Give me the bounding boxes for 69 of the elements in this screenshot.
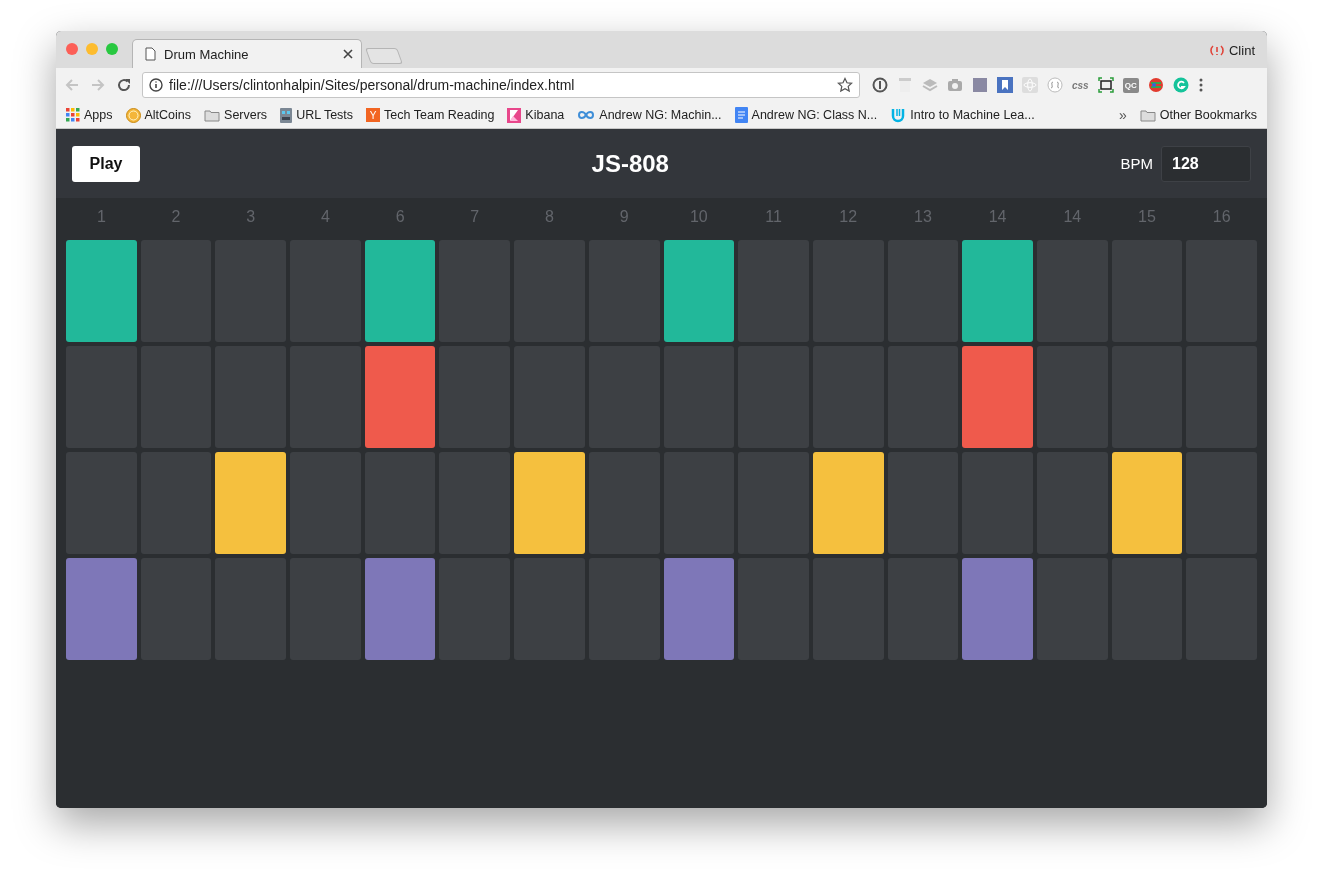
new-tab-button[interactable] bbox=[365, 48, 403, 64]
page-icon bbox=[145, 47, 156, 61]
bookmark-icon[interactable] bbox=[997, 77, 1013, 93]
step-number: 8 bbox=[544, 207, 555, 227]
active-step-pad[interactable] bbox=[364, 558, 436, 660]
bpm-field[interactable]: 128 bbox=[1161, 145, 1251, 182]
step-number: 12 bbox=[838, 207, 859, 227]
forward-icon[interactable] bbox=[90, 77, 106, 93]
square-icon[interactable] bbox=[972, 77, 988, 93]
letter-logo-icon: Y bbox=[366, 108, 381, 122]
step-number: 14 bbox=[987, 207, 1008, 227]
bookmark-item[interactable]: Apps bbox=[66, 108, 113, 122]
bpm-label: BPM bbox=[1120, 155, 1153, 172]
close-tab-icon[interactable] bbox=[343, 49, 353, 59]
screenshot-icon[interactable] bbox=[1097, 77, 1114, 93]
step-number: 16 bbox=[1211, 207, 1232, 227]
step-number: 7 bbox=[469, 207, 481, 227]
bookmark-item[interactable]: Servers bbox=[204, 108, 268, 122]
reload-icon[interactable] bbox=[116, 77, 132, 93]
browser-tab[interactable]: Drum Machine bbox=[132, 39, 362, 68]
folder-icon bbox=[204, 108, 221, 122]
zoom-window-button[interactable] bbox=[106, 42, 118, 55]
more-bookmarks-button[interactable]: » bbox=[1118, 107, 1127, 123]
play-button[interactable]: Play bbox=[72, 145, 140, 182]
bookmark-item[interactable]: Andrew NG: Class N... bbox=[734, 107, 878, 123]
bookmark-item[interactable]: Intro to Machine Lea... bbox=[890, 107, 1035, 123]
step-number: 6 bbox=[394, 207, 406, 227]
folder-icon bbox=[1139, 108, 1156, 122]
active-step-pad[interactable] bbox=[663, 558, 735, 660]
step-number: 13 bbox=[913, 207, 933, 227]
robot-icon bbox=[280, 107, 293, 123]
info-icon[interactable] bbox=[149, 78, 163, 92]
profile-button[interactable]: Clint bbox=[1210, 43, 1255, 58]
minimize-window-button[interactable] bbox=[86, 42, 98, 55]
coin-icon bbox=[125, 107, 141, 123]
step-number: 4 bbox=[319, 207, 331, 227]
step-number: 10 bbox=[688, 207, 709, 227]
infinity-icon bbox=[577, 110, 596, 120]
step-number: 14 bbox=[1062, 207, 1083, 227]
bookmark-item[interactable]: Andrew NG: Machin... bbox=[577, 108, 722, 122]
active-step-pad[interactable] bbox=[364, 240, 436, 342]
step-number: 2 bbox=[170, 207, 182, 227]
star-icon[interactable] bbox=[837, 77, 853, 93]
step-number: 1 bbox=[95, 207, 107, 227]
back-icon[interactable] bbox=[64, 77, 80, 93]
active-step-pad[interactable] bbox=[364, 346, 436, 448]
css-extension-icon[interactable]: css bbox=[1072, 79, 1089, 91]
sync-error-icon bbox=[1210, 44, 1224, 57]
active-step-pad[interactable] bbox=[663, 240, 735, 342]
document-icon bbox=[734, 107, 748, 123]
grammar-icon[interactable] bbox=[1172, 77, 1189, 93]
bookmark-item[interactable]: URL Tests bbox=[280, 107, 354, 123]
app-title: JS-808 bbox=[590, 149, 670, 178]
menu-icon[interactable] bbox=[1197, 77, 1204, 93]
step-number: 11 bbox=[764, 207, 783, 227]
bookmark-item[interactable]: Kibana bbox=[507, 107, 565, 123]
bookmark-folder[interactable]: Other Bookmarks bbox=[1139, 108, 1257, 122]
step-number: 9 bbox=[618, 207, 630, 227]
step-number: 3 bbox=[245, 207, 257, 227]
close-window-button[interactable] bbox=[66, 42, 78, 55]
camera-icon[interactable] bbox=[947, 77, 963, 93]
bookmark-item[interactable]: Y Tech Team Reading bbox=[366, 108, 495, 122]
layers-icon[interactable] bbox=[922, 77, 938, 93]
bookmark-item[interactable]: AltCoins bbox=[125, 107, 192, 123]
active-step-pad[interactable] bbox=[1111, 452, 1183, 554]
atom-icon[interactable] bbox=[1022, 77, 1038, 93]
address-bar[interactable]: file:///Users/clintonhalpin/Sites/personal/drum-machine/index.html bbox=[142, 72, 860, 98]
step-number: 15 bbox=[1137, 207, 1157, 227]
apps-icon bbox=[66, 108, 80, 122]
